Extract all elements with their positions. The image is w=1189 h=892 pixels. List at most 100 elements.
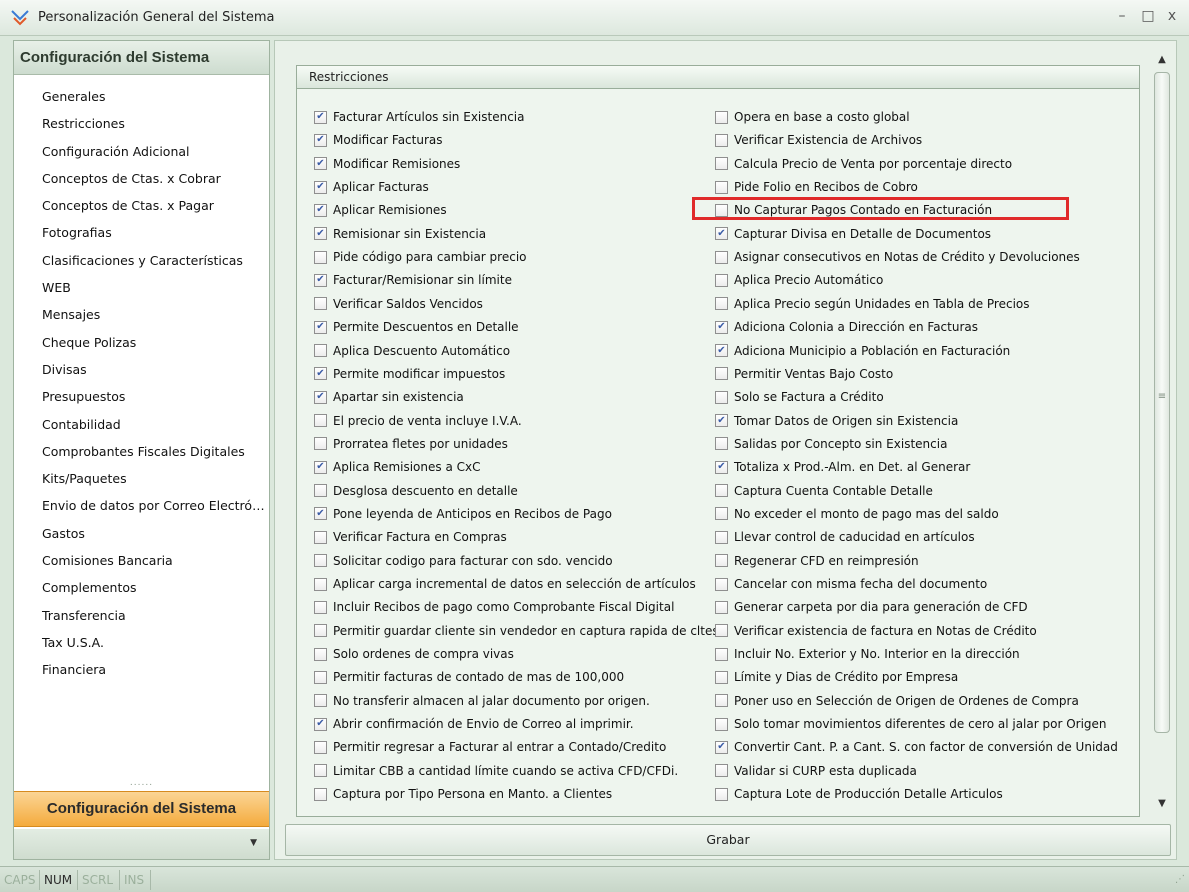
checkbox-checked[interactable] — [715, 740, 728, 754]
checkbox-unchecked[interactable] — [715, 647, 728, 661]
checkbox-unchecked[interactable] — [715, 670, 728, 684]
option-row[interactable]: Limitar CBB a cantidad límite cuando se … — [314, 761, 678, 781]
sidebar-item-conceptos-de-ctas-x-pagar[interactable]: Conceptos de Ctas. x Pagar — [14, 192, 269, 219]
option-row[interactable]: Generar carpeta por dia para generación … — [715, 597, 1028, 617]
checkbox-unchecked[interactable] — [314, 577, 327, 591]
option-row[interactable]: Permitir facturas de contado de mas de 1… — [314, 667, 624, 687]
sidebar-item-web[interactable]: WEB — [14, 274, 269, 301]
option-row[interactable]: Aplica Precio según Unidades en Tabla de… — [715, 294, 1030, 314]
checkbox-unchecked[interactable] — [314, 437, 327, 451]
option-row[interactable]: Adiciona Colonia a Dirección en Facturas — [715, 317, 978, 337]
save-button[interactable]: Grabar — [285, 824, 1171, 856]
checkbox-checked[interactable] — [314, 227, 327, 241]
checkbox-checked[interactable] — [314, 460, 327, 474]
option-row[interactable]: Aplicar carga incremental de datos en se… — [314, 574, 696, 594]
checkbox-unchecked[interactable] — [715, 554, 728, 568]
option-row[interactable]: Totaliza x Prod.-Alm. en Det. al Generar — [715, 457, 970, 477]
scrollbar-thumb[interactable] — [1154, 72, 1170, 733]
sidebar-item-envio-de-datos-por-correo-electronico[interactable]: Envio de datos por Correo Electrónico — [14, 492, 269, 519]
sidebar-item-comisiones-bancaria[interactable]: Comisiones Bancaria — [14, 547, 269, 574]
option-row[interactable]: Pone leyenda de Anticipos en Recibos de … — [314, 504, 612, 524]
checkbox-unchecked[interactable] — [314, 554, 327, 568]
resize-grip-icon[interactable]: ⋰ — [1175, 874, 1185, 885]
checkbox-checked[interactable] — [314, 320, 327, 334]
sidebar-item-conceptos-de-ctas-x-cobrar[interactable]: Conceptos de Ctas. x Cobrar — [14, 165, 269, 192]
checkbox-checked[interactable] — [314, 717, 327, 731]
option-row[interactable]: Verificar Saldos Vencidos — [314, 294, 483, 314]
option-row[interactable]: Aplicar Facturas — [314, 177, 429, 197]
option-row[interactable]: Solo se Factura a Crédito — [715, 387, 884, 407]
option-row[interactable]: Pide código para cambiar precio — [314, 247, 527, 267]
sidebar-item-presupuestos[interactable]: Presupuestos — [14, 383, 269, 410]
sidebar-item-generales[interactable]: Generales — [14, 83, 269, 110]
checkbox-unchecked[interactable] — [314, 764, 327, 778]
option-row[interactable]: Aplica Remisiones a CxC — [314, 457, 480, 477]
option-row[interactable]: Facturar Artículos sin Existencia — [314, 107, 524, 127]
checkbox-checked[interactable] — [314, 203, 327, 217]
sidebar-item-financiera[interactable]: Financiera — [14, 656, 269, 683]
checkbox-checked[interactable] — [314, 273, 327, 287]
option-row[interactable]: Límite y Dias de Crédito por Empresa — [715, 667, 958, 687]
checkbox-unchecked[interactable] — [314, 250, 327, 264]
option-row[interactable]: Llevar control de caducidad en artículos — [715, 527, 975, 547]
checkbox-unchecked[interactable] — [314, 600, 327, 614]
checkbox-unchecked[interactable] — [715, 600, 728, 614]
sidebar-item-clasificaciones-y-caracteristicas[interactable]: Clasificaciones y Características — [14, 247, 269, 274]
option-row[interactable]: Permitir Ventas Bajo Costo — [715, 364, 893, 384]
sidebar-footer[interactable]: ▼ — [14, 829, 269, 859]
checkbox-unchecked[interactable] — [715, 180, 728, 194]
option-row[interactable]: Desglosa descuento en detalle — [314, 481, 518, 501]
option-row[interactable]: Modificar Remisiones — [314, 154, 460, 174]
checkbox-unchecked[interactable] — [715, 157, 728, 171]
checkbox-unchecked[interactable] — [715, 390, 728, 404]
checkbox-checked[interactable] — [715, 344, 728, 357]
checkbox-checked[interactable] — [314, 390, 327, 404]
option-row[interactable]: Permite Descuentos en Detalle — [314, 317, 519, 337]
sidebar-item-transferencia[interactable]: Transferencia — [14, 602, 269, 629]
checkbox-checked[interactable] — [314, 180, 327, 194]
sidebar-item-cheque-polizas[interactable]: Cheque Polizas — [14, 329, 269, 356]
checkbox-checked[interactable] — [314, 367, 327, 381]
option-row[interactable]: Verificar Factura en Compras — [314, 527, 507, 547]
checkbox-unchecked[interactable] — [314, 484, 327, 498]
sidebar-splitter-grip[interactable]: ...... — [14, 779, 269, 789]
checkbox-checked[interactable] — [715, 227, 728, 241]
option-row[interactable]: Opera en base a costo global — [715, 107, 910, 127]
option-row[interactable]: Tomar Datos de Origen sin Existencia — [715, 411, 958, 431]
option-row[interactable]: Permitir guardar cliente sin vendedor en… — [314, 621, 722, 641]
checkbox-unchecked[interactable] — [314, 530, 327, 544]
option-row[interactable]: No Capturar Pagos Contado en Facturación — [715, 200, 992, 220]
option-row[interactable]: Pide Folio en Recibos de Cobro — [715, 177, 918, 197]
checkbox-unchecked[interactable] — [715, 694, 728, 708]
close-button[interactable]: x — [1162, 8, 1182, 24]
checkbox-unchecked[interactable] — [314, 624, 327, 638]
checkbox-unchecked[interactable] — [314, 670, 327, 684]
option-row[interactable]: Salidas por Concepto sin Existencia — [715, 434, 947, 454]
option-row[interactable]: Incluir No. Exterior y No. Interior en l… — [715, 644, 1020, 664]
sidebar-item-tax-u-s-a[interactable]: Tax U.S.A. — [14, 629, 269, 656]
checkbox-unchecked[interactable] — [715, 484, 728, 498]
option-row[interactable]: Abrir confirmación de Envio de Correo al… — [314, 714, 634, 734]
sidebar-item-complementos[interactable]: Complementos — [14, 574, 269, 601]
option-row[interactable]: Captura Lote de Producción Detalle Artic… — [715, 784, 1003, 804]
checkbox-unchecked[interactable] — [715, 577, 728, 591]
checkbox-unchecked[interactable] — [715, 624, 728, 638]
checkbox-unchecked[interactable] — [314, 647, 327, 661]
sidebar-item-comprobantes-fiscales-digitales[interactable]: Comprobantes Fiscales Digitales — [14, 438, 269, 465]
option-row[interactable]: Incluir Recibos de pago como Comprobante… — [314, 597, 674, 617]
option-row[interactable]: Solo tomar movimientos diferentes de cer… — [715, 714, 1107, 734]
chevron-down-icon[interactable]: ▼ — [250, 838, 257, 848]
option-row[interactable]: Verificar existencia de factura en Notas… — [715, 621, 1037, 641]
checkbox-checked[interactable] — [314, 110, 327, 124]
checkbox-unchecked[interactable] — [314, 787, 327, 801]
checkbox-unchecked[interactable] — [715, 437, 728, 451]
option-row[interactable]: Facturar/Remisionar sin límite — [314, 270, 512, 290]
sidebar-section-active[interactable]: Configuración del Sistema — [14, 791, 269, 827]
checkbox-unchecked[interactable] — [715, 787, 728, 801]
checkbox-unchecked[interactable] — [715, 507, 728, 521]
checkbox-unchecked[interactable] — [715, 273, 728, 287]
checkbox-unchecked[interactable] — [314, 740, 327, 754]
option-row[interactable]: Aplicar Remisiones — [314, 200, 447, 220]
option-row[interactable]: Cancelar con misma fecha del documento — [715, 574, 987, 594]
checkbox-unchecked[interactable] — [314, 694, 327, 708]
